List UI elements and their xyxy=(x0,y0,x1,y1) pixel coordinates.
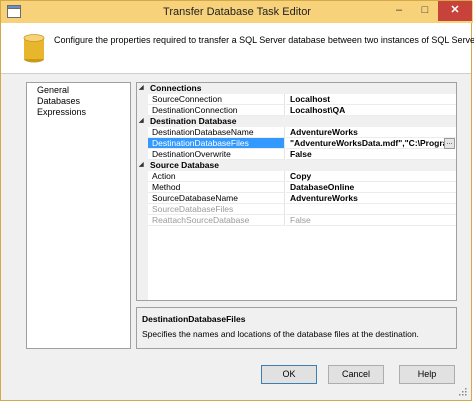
minimize-button[interactable]: – xyxy=(386,1,412,21)
title-bar[interactable]: Transfer Database Task Editor – □ ✕ xyxy=(1,1,473,23)
property-value[interactable]: Localhost\QA xyxy=(286,105,456,116)
category-label: Connections xyxy=(150,83,202,93)
property-name: ReattachSourceDatabase xyxy=(148,215,285,226)
category-source-database[interactable]: ◢ Source Database xyxy=(137,160,456,171)
property-name: DestinationOverwrite xyxy=(148,149,285,160)
property-row-sourcedatabasename[interactable]: SourceDatabaseName AdventureWorks xyxy=(137,193,456,204)
maximize-button[interactable]: □ xyxy=(412,1,438,21)
nav-item-databases[interactable]: Databases xyxy=(37,96,80,107)
property-value[interactable]: Localhost xyxy=(286,94,456,105)
property-name: DestinationDatabaseFiles xyxy=(148,138,285,149)
description-title: DestinationDatabaseFiles xyxy=(142,314,246,324)
help-button[interactable]: Help xyxy=(399,365,455,384)
category-label: Destination Database xyxy=(150,116,237,126)
property-value[interactable]: AdventureWorks xyxy=(286,127,456,138)
property-value: False xyxy=(286,215,456,226)
property-value[interactable]: Copy xyxy=(286,171,456,182)
dialog-window: Transfer Database Task Editor – □ ✕ Conf… xyxy=(0,0,474,401)
category-connections[interactable]: ◢ Connections xyxy=(137,83,456,94)
description-text: Specifies the names and locations of the… xyxy=(142,329,419,339)
property-value xyxy=(286,204,456,215)
property-name: DestinationConnection xyxy=(148,105,285,116)
property-row-method[interactable]: Method DatabaseOnline xyxy=(137,182,456,193)
property-name: Method xyxy=(148,182,285,193)
description-panel: DestinationDatabaseFiles Specifies the n… xyxy=(136,307,457,349)
property-row-reattachsourcedatabase[interactable]: ReattachSourceDatabase False xyxy=(137,215,456,226)
property-row-destinationoverwrite[interactable]: DestinationOverwrite False xyxy=(137,149,456,160)
property-value[interactable]: "AdventureWorksData.mdf","C:\Program Fil xyxy=(286,138,444,149)
database-icon xyxy=(23,34,45,63)
nav-item-expressions[interactable]: Expressions xyxy=(37,107,86,118)
header-description: Configure the properties required to tra… xyxy=(54,35,474,45)
collapse-triangle-icon[interactable]: ◢ xyxy=(139,83,147,94)
collapse-triangle-icon[interactable]: ◢ xyxy=(139,160,147,171)
property-name: SourceDatabaseName xyxy=(148,193,285,204)
ok-button[interactable]: OK xyxy=(261,365,317,384)
property-grid: ◢ Connections SourceConnection Localhost… xyxy=(136,82,457,301)
property-row-sourceconnection[interactable]: SourceConnection Localhost xyxy=(137,94,456,105)
property-row-action[interactable]: Action Copy xyxy=(137,171,456,182)
property-value[interactable]: DatabaseOnline xyxy=(286,182,456,193)
property-row-sourcedatabasefiles[interactable]: SourceDatabaseFiles xyxy=(137,204,456,215)
property-value[interactable]: AdventureWorks xyxy=(286,193,456,204)
cancel-button[interactable]: Cancel xyxy=(328,365,384,384)
collapse-triangle-icon[interactable]: ◢ xyxy=(139,116,147,127)
page-navigation: General Databases Expressions xyxy=(26,82,131,349)
property-row-destinationdatabasename[interactable]: DestinationDatabaseName AdventureWorks xyxy=(137,127,456,138)
resize-grip-icon[interactable] xyxy=(458,387,467,396)
property-name: SourceConnection xyxy=(148,94,285,105)
property-value[interactable]: False xyxy=(286,149,456,160)
property-row-destinationdatabasefiles[interactable]: DestinationDatabaseFiles "AdventureWorks… xyxy=(137,138,456,149)
property-name: DestinationDatabaseName xyxy=(148,127,285,138)
property-name: SourceDatabaseFiles xyxy=(148,204,285,215)
property-row-destinationconnection[interactable]: DestinationConnection Localhost\QA xyxy=(137,105,456,116)
nav-item-general[interactable]: General xyxy=(37,85,69,96)
category-label: Source Database xyxy=(150,160,219,170)
property-name: Action xyxy=(148,171,285,182)
close-button[interactable]: ✕ xyxy=(438,1,472,21)
category-destination-database[interactable]: ◢ Destination Database xyxy=(137,116,456,127)
header-area: Configure the properties required to tra… xyxy=(1,23,474,74)
ellipsis-button[interactable]: ... xyxy=(444,138,455,149)
